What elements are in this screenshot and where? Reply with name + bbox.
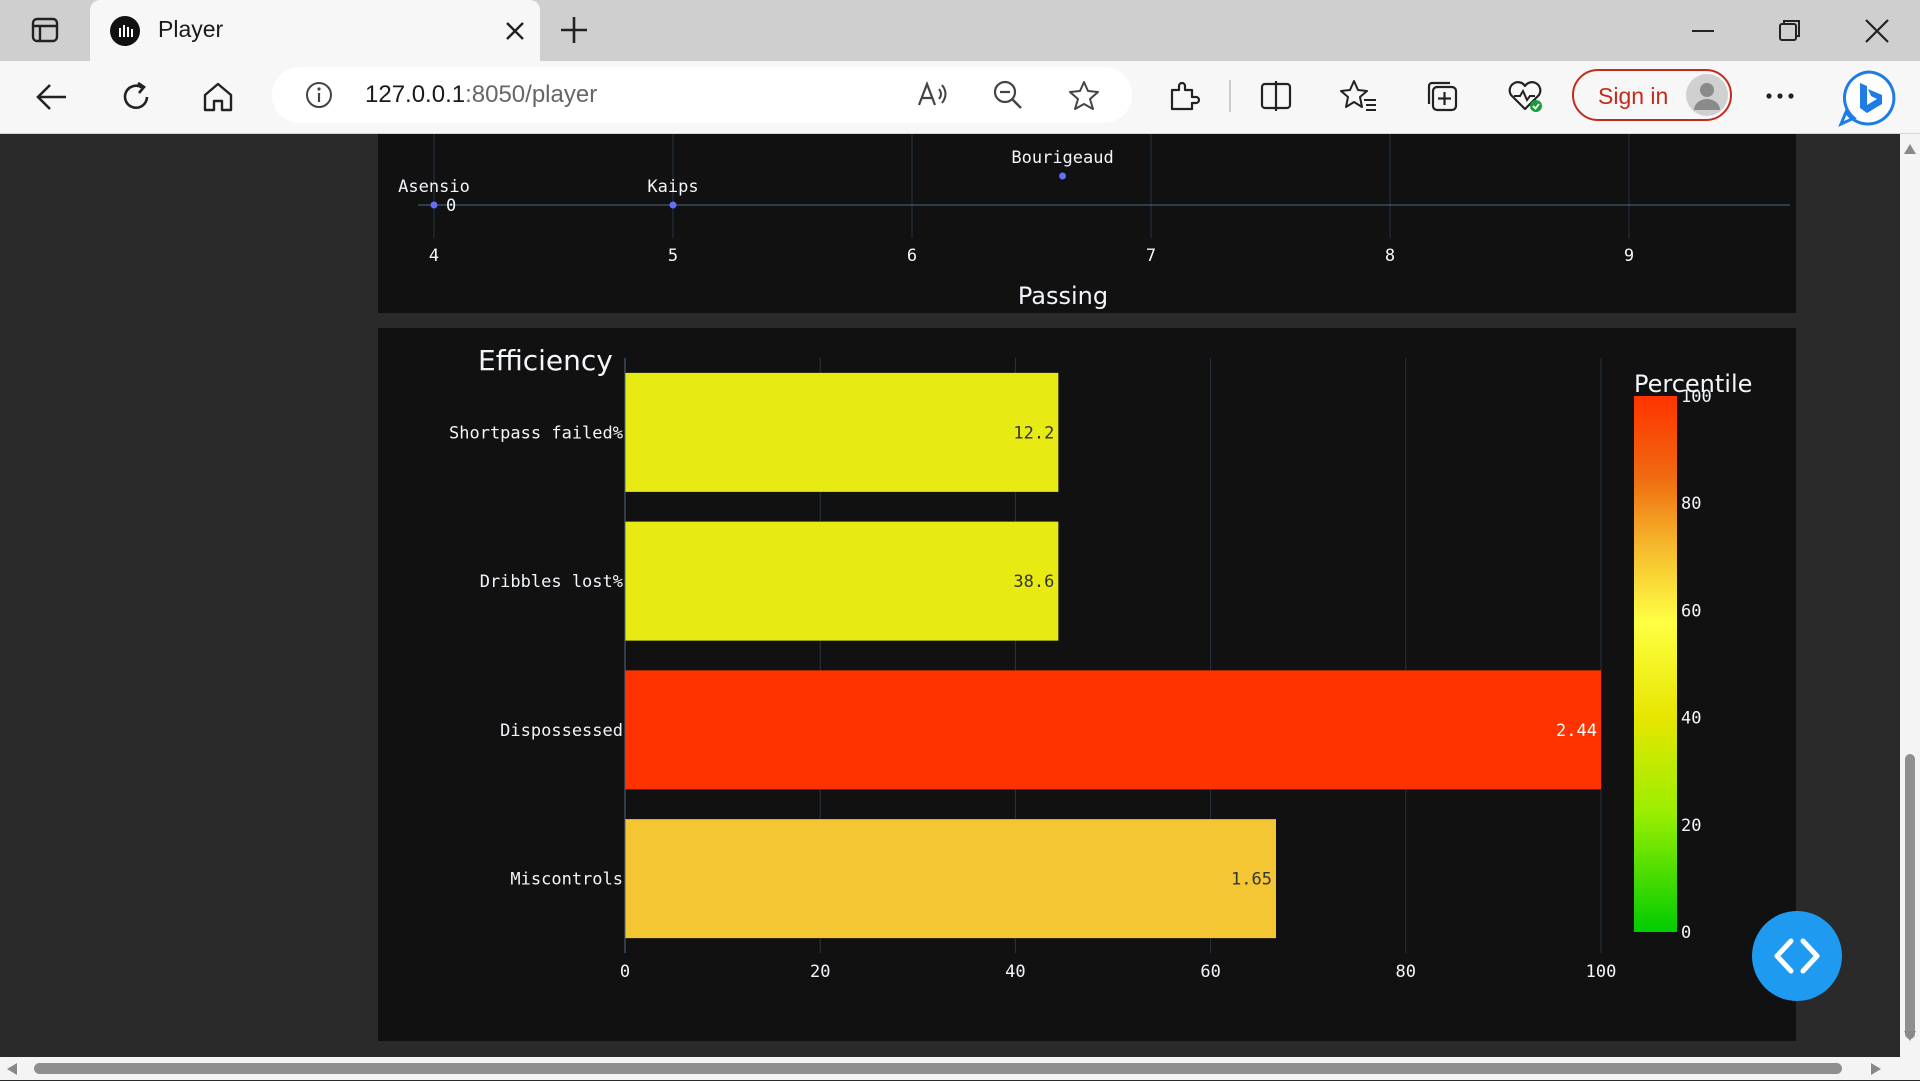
active-tab[interactable]: Player xyxy=(90,0,540,61)
efficiency-x-tick-label: 80 xyxy=(1396,962,1416,982)
colorbar-tick-label: 40 xyxy=(1681,709,1701,729)
split-screen-icon[interactable] xyxy=(1258,78,1294,114)
dash-favicon-icon xyxy=(110,16,140,46)
scroll-left-arrow-icon[interactable] xyxy=(6,1062,18,1076)
top-x-tick-label: 6 xyxy=(907,246,917,266)
efficiency-category-label: Dispossessed xyxy=(500,721,623,741)
zoom-out-icon[interactable] xyxy=(992,79,1024,111)
efficiency-bar xyxy=(625,670,1601,790)
top-y-tick-label: 0 xyxy=(446,196,457,216)
scroll-down-arrow-icon[interactable] xyxy=(1903,1029,1917,1041)
efficiency-bar-value-label: 1.65 xyxy=(1231,870,1272,890)
colorbar-tick-label: 20 xyxy=(1681,816,1701,836)
url-path: :8050/player xyxy=(465,81,598,108)
colorbar-tick-label: 80 xyxy=(1681,494,1701,514)
efficiency-x-tick-label: 20 xyxy=(810,962,830,982)
efficiency-bar-value-label: 38.6 xyxy=(1013,572,1054,592)
efficiency-category-label: Miscontrols xyxy=(510,870,623,890)
dev-tools-toggle-button[interactable] xyxy=(1752,911,1842,1001)
efficiency-bar xyxy=(625,521,1059,641)
horizontal-scrollbar[interactable] xyxy=(0,1057,1920,1080)
top-x-tick-label: 4 xyxy=(429,246,439,266)
scatter-point-label: Bourigeaud xyxy=(1011,148,1113,168)
code-brackets-icon xyxy=(1774,938,1820,974)
profile-avatar-icon xyxy=(1686,74,1728,116)
new-tab-icon[interactable] xyxy=(558,14,590,46)
scatter-point xyxy=(430,201,438,209)
favorites-icon[interactable] xyxy=(1340,78,1378,114)
efficiency-bar-chart: 0 20 40 60 80 100 Shortpass failed% 12.2 Dribble… xyxy=(449,358,1712,982)
scatter-point-label: Asensio xyxy=(398,177,470,197)
scatter-point xyxy=(1059,172,1067,180)
efficiency-bar-value-label: 2.44 xyxy=(1556,721,1597,741)
home-icon[interactable] xyxy=(200,79,236,115)
top-x-tick-label: 5 xyxy=(668,246,678,266)
efficiency-x-tick-label: 60 xyxy=(1200,962,1220,982)
sign-in-label: Sign in xyxy=(1598,83,1669,109)
site-info-icon[interactable] xyxy=(304,80,334,110)
colorbar-tick-label: 0 xyxy=(1681,923,1691,943)
sign-in-button[interactable]: Sign in xyxy=(1572,69,1732,121)
efficiency-bar-value-label: 12.2 xyxy=(1013,423,1054,443)
colorbar-tick-label: 60 xyxy=(1681,601,1701,621)
extensions-icon[interactable] xyxy=(1166,78,1202,114)
maximize-icon[interactable] xyxy=(1774,16,1804,46)
close-tab-icon[interactable] xyxy=(502,18,528,44)
vertical-scrollbar[interactable] xyxy=(1900,134,1920,1057)
close-window-icon[interactable] xyxy=(1862,16,1892,46)
top-x-tick-label: 9 xyxy=(1624,246,1634,266)
page-viewport: 4 5 6 7 8 9 Asensio Kaips Bourigeaud 0 Passing E… xyxy=(0,134,1900,1057)
toolbar-divider xyxy=(1229,80,1231,112)
minimize-icon[interactable] xyxy=(1688,16,1718,46)
scatter-point-label: Kaips xyxy=(647,177,698,197)
more-options-icon[interactable] xyxy=(1762,82,1798,110)
tab-strip: Player xyxy=(0,0,1920,61)
horizontal-scroll-thumb[interactable] xyxy=(34,1063,1842,1074)
tab-title: Player xyxy=(158,16,224,42)
tab-actions-icon[interactable] xyxy=(30,16,60,44)
efficiency-bar xyxy=(625,372,1059,492)
colorbar-scale xyxy=(1634,396,1677,932)
copilot-icon[interactable] xyxy=(1838,68,1898,128)
passing-chart-card: 4 5 6 7 8 9 Asensio Kaips Bourigeaud 0 Passing xyxy=(378,134,1796,313)
refresh-icon[interactable] xyxy=(118,79,154,115)
efficiency-bar xyxy=(625,819,1276,939)
scroll-up-arrow-icon[interactable] xyxy=(1903,142,1917,154)
efficiency-x-tick-label: 0 xyxy=(620,962,630,982)
collections-icon[interactable] xyxy=(1424,78,1460,114)
read-aloud-icon[interactable] xyxy=(916,79,950,111)
top-x-tick-label: 7 xyxy=(1146,246,1156,266)
vertical-scroll-thumb[interactable] xyxy=(1905,754,1915,1039)
efficiency-chart-card: Efficiency 0 20 40 60 80 100 Shortpass failed%… xyxy=(378,328,1796,1041)
top-x-axis-title: Passing xyxy=(1017,282,1109,310)
url-text[interactable]: 127.0.0.1:8050/player xyxy=(365,81,597,109)
scroll-right-arrow-icon[interactable] xyxy=(1870,1062,1882,1076)
address-bar[interactable]: 127.0.0.1:8050/player xyxy=(272,67,1132,123)
scatter-point xyxy=(669,201,677,209)
favorite-star-icon[interactable] xyxy=(1067,79,1101,111)
back-icon[interactable] xyxy=(34,79,70,115)
efficiency-category-label: Dribbles lost% xyxy=(480,572,623,592)
colorbar-title: Percentile xyxy=(1634,370,1753,398)
browser-essentials-icon[interactable] xyxy=(1506,78,1544,114)
efficiency-x-tick-label: 40 xyxy=(1005,962,1025,982)
url-host: 127.0.0.1 xyxy=(365,81,466,108)
efficiency-category-label: Shortpass failed% xyxy=(449,423,623,443)
top-x-tick-label: 8 xyxy=(1385,246,1395,266)
efficiency-x-tick-label: 100 xyxy=(1586,962,1617,982)
